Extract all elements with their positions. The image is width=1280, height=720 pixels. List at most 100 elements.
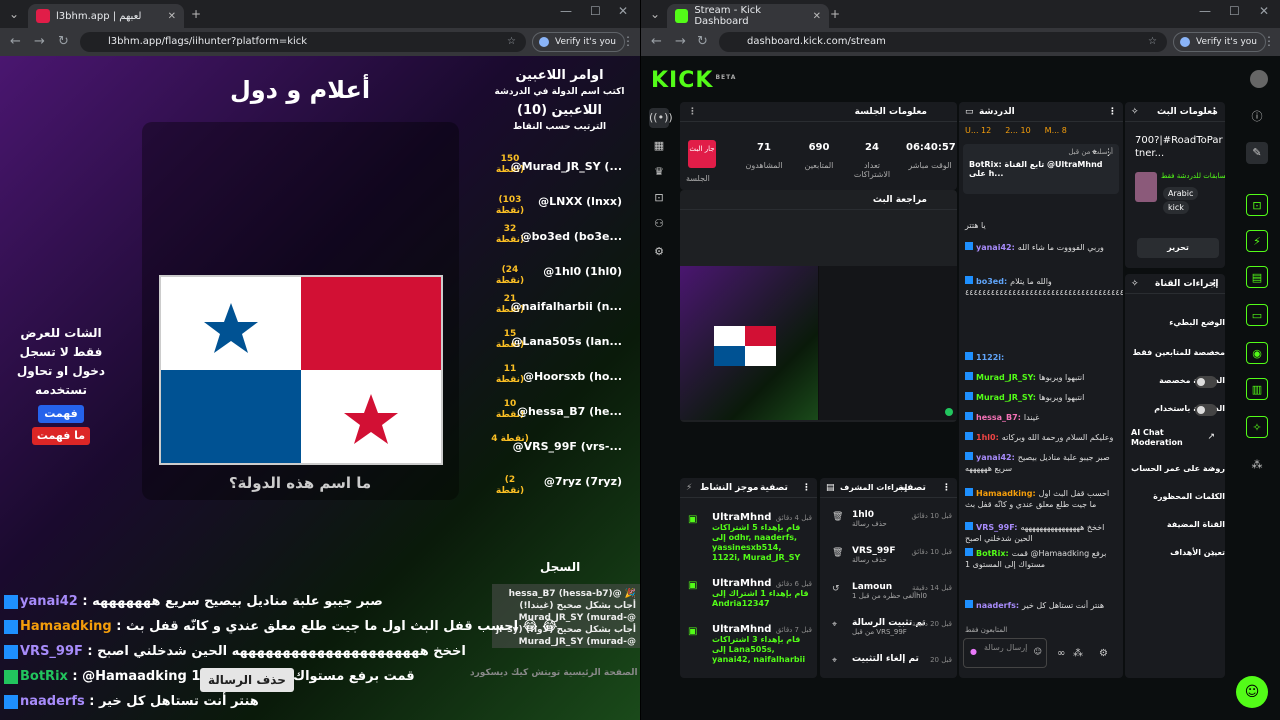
chevron-right-icon[interactable]: › bbox=[1211, 346, 1215, 359]
activity-filter[interactable]: تصفية bbox=[760, 478, 788, 498]
chat-username[interactable]: naaderfs: bbox=[976, 601, 1019, 610]
chat-username[interactable]: 1hl0: bbox=[976, 433, 999, 442]
url-field[interactable]: l3bhm.app/flags/iihunter?platform=kick ☆ bbox=[80, 32, 526, 52]
edit-stream-button[interactable]: تحرير bbox=[1137, 238, 1219, 258]
chat-username[interactable]: Hamaadking: bbox=[976, 489, 1036, 498]
chat-input[interactable]: ● إرسال رسالة ☺ bbox=[963, 638, 1047, 668]
kick-logo[interactable]: KICK BETA bbox=[651, 68, 736, 93]
channel-action-row[interactable]: AI Chat Moderation ↗ bbox=[1125, 428, 1225, 448]
mod-filter[interactable]: تصفية bbox=[898, 478, 926, 498]
close-window-icon[interactable]: ✕ bbox=[1259, 4, 1269, 18]
chevron-right-icon[interactable]: › bbox=[1211, 490, 1215, 503]
chat-username[interactable]: VRS_99F: bbox=[976, 523, 1017, 532]
chat-username[interactable]: naaderfs bbox=[20, 694, 85, 709]
chat-username[interactable]: Hamaadking bbox=[20, 619, 112, 634]
chat-username[interactable]: 1122i: bbox=[976, 353, 1004, 362]
channel-action-row[interactable]: مخصصة للمتابعين فقط › bbox=[1125, 344, 1225, 364]
pin-icon[interactable]: ⌖ bbox=[1092, 148, 1097, 158]
new-tab-icon[interactable]: + bbox=[827, 6, 843, 22]
stream-tag[interactable]: kick bbox=[1163, 201, 1189, 214]
reload-icon[interactable]: ↻ bbox=[58, 34, 69, 49]
help-chat-button[interactable]: ☺ bbox=[1236, 676, 1268, 708]
mod-menu-icon[interactable]: ⋮ bbox=[942, 478, 951, 498]
activity-item[interactable]: ▣ UltraMhnd قبل 7 دقائق قام بإهداء 3 اشتراك… bbox=[688, 624, 812, 665]
url-field[interactable]: dashboard.kick.com/stream ☆ bbox=[719, 32, 1167, 52]
infinity-icon[interactable]: ∞ bbox=[1057, 648, 1065, 659]
mod-item[interactable]: ↺ Lamoun قبل 14 دقيقة ألغى حظره من قبل 1hl0 bbox=[828, 582, 952, 600]
chevron-right-icon[interactable]: › bbox=[1211, 462, 1215, 475]
not-understood-button[interactable]: ما فهمت bbox=[32, 427, 90, 445]
verify-button[interactable]: Verify it's you bbox=[1173, 32, 1266, 52]
notes-icon[interactable]: ▤ bbox=[1246, 266, 1268, 288]
forward-icon[interactable]: → bbox=[675, 34, 686, 49]
bolt-icon[interactable]: ⚡ bbox=[1246, 230, 1268, 252]
browser-menu-icon[interactable]: ⋮ bbox=[1263, 34, 1275, 48]
external-link-icon[interactable]: ↗ bbox=[1207, 432, 1215, 442]
mod-item[interactable]: 🗑 VRS_99F قبل 10 دقائق حذف رسالة bbox=[828, 546, 952, 564]
chat-username[interactable]: bo3ed: bbox=[976, 277, 1007, 286]
activity-menu-icon[interactable]: ⋮ bbox=[802, 478, 811, 498]
maximize-icon[interactable]: ☐ bbox=[1229, 4, 1240, 18]
chat-username[interactable]: yanai42: bbox=[976, 243, 1015, 252]
channel-actions-menu-icon[interactable]: ⋮ bbox=[1210, 274, 1219, 294]
toggle-switch[interactable] bbox=[1195, 376, 1217, 388]
understood-button[interactable]: فهمت bbox=[38, 405, 84, 423]
pinned-menu-icon[interactable]: ⋮ bbox=[1104, 148, 1113, 158]
verify-button[interactable]: Verify it's you bbox=[532, 32, 625, 52]
chat-username[interactable]: Murad_JR_SY: bbox=[976, 393, 1036, 402]
close-tab-icon[interactable]: ✕ bbox=[168, 11, 176, 22]
mod-item[interactable]: ⌖ تم إلغاء التثبيت قبل 20 bbox=[828, 654, 952, 666]
chat-username[interactable]: BotRix bbox=[20, 669, 68, 684]
pinned-message[interactable]: أرسلت من قبل BotRix: تابع القناة @UltraM… bbox=[963, 144, 1119, 194]
browser-tab[interactable]: Stream - Kick Dashboard ✕ bbox=[667, 4, 829, 28]
forward-icon[interactable]: → bbox=[34, 34, 45, 49]
minimize-icon[interactable]: — bbox=[1199, 4, 1211, 18]
channel-action-row[interactable]: القناة المضيفة bbox=[1125, 516, 1225, 536]
user-avatar[interactable] bbox=[1250, 70, 1268, 88]
mod-item[interactable]: ⌖ تم تثبيت الرسالة قبل 20 دقيقة من قبل VRS_… bbox=[828, 618, 952, 636]
chat-settings-icon[interactable]: ⚙ bbox=[1099, 648, 1108, 659]
reload-icon[interactable]: ↻ bbox=[697, 34, 708, 49]
chat-username[interactable]: hessa_B7: bbox=[976, 413, 1021, 422]
chevron-right-icon[interactable]: › bbox=[1211, 546, 1215, 559]
bookmark-star-icon[interactable]: ☆ bbox=[1148, 32, 1157, 52]
info-icon[interactable]: ⓘ bbox=[1246, 106, 1268, 128]
back-icon[interactable]: ← bbox=[651, 34, 662, 49]
mic-icon[interactable]: ● bbox=[970, 647, 977, 656]
emoji-icon[interactable]: ☺ bbox=[1034, 647, 1042, 656]
mod-item[interactable]: 🗑 1hl0 قبل 10 دقائق حذف رسالة bbox=[828, 510, 952, 528]
tab-search-icon[interactable]: ⌄ bbox=[647, 6, 663, 22]
channel-action-row[interactable]: روضة على عمر الحساب › bbox=[1125, 460, 1225, 480]
chat-icon[interactable]: ▭ bbox=[1246, 304, 1268, 326]
channel-action-row[interactable]: الكلمات المحظورة › bbox=[1125, 488, 1225, 508]
chat-username[interactable]: VRS_99F bbox=[20, 644, 83, 659]
layout-icon[interactable]: ▥ bbox=[1246, 378, 1268, 400]
clip-icon[interactable]: ⊡ bbox=[1246, 194, 1268, 216]
stream-tag[interactable]: Arabic bbox=[1163, 187, 1199, 200]
live-icon[interactable]: ((•)) bbox=[649, 108, 673, 128]
stream-preview[interactable] bbox=[680, 266, 957, 420]
broadcast-icon[interactable]: ◉ bbox=[1246, 342, 1268, 364]
browser-menu-icon[interactable]: ⋮ bbox=[622, 34, 634, 48]
edit-icon[interactable]: ✎ bbox=[1246, 142, 1268, 164]
toggle-switch[interactable] bbox=[1195, 404, 1217, 416]
chat-username[interactable]: yanai42: bbox=[976, 453, 1015, 462]
tab-search-icon[interactable]: ⌄ bbox=[6, 6, 22, 22]
users-icon[interactable]: ⚇ bbox=[649, 214, 669, 234]
channel-action-row[interactable]: تعيين الأهداف › bbox=[1125, 544, 1225, 564]
chat-menu-icon[interactable]: ⋮ bbox=[1108, 102, 1117, 122]
chat-username[interactable]: Murad_JR_SY: bbox=[976, 373, 1036, 382]
browser-tab[interactable]: l3bhm.app | لعبهم ✕ bbox=[28, 4, 184, 28]
new-tab-icon[interactable]: + bbox=[188, 6, 204, 22]
activity-item[interactable]: ▣ UltraMhnd قبل 4 دقائق قام بإهداء 5 اشتراك… bbox=[688, 512, 812, 563]
emotes-icon[interactable]: ⁂ bbox=[1073, 648, 1083, 659]
tools-icon[interactable]: ✧ bbox=[1246, 416, 1268, 438]
chat-username[interactable]: BotRix: bbox=[976, 549, 1009, 558]
channel-action-row[interactable]: الدردشة باستخدام bbox=[1125, 400, 1225, 420]
trophy-icon[interactable]: ♛ bbox=[649, 162, 669, 182]
activity-item[interactable]: ▣ UltraMhnd قبل 6 دقائق قام بإهداء 1 اشتراك… bbox=[688, 578, 812, 609]
channel-action-row[interactable]: الدردشة مخصصة bbox=[1125, 372, 1225, 392]
delete-message-tooltip[interactable]: حذف الرسالة bbox=[200, 668, 294, 692]
more-icon[interactable]: ⁂ bbox=[1246, 454, 1268, 476]
bookmark-star-icon[interactable]: ☆ bbox=[507, 32, 516, 52]
